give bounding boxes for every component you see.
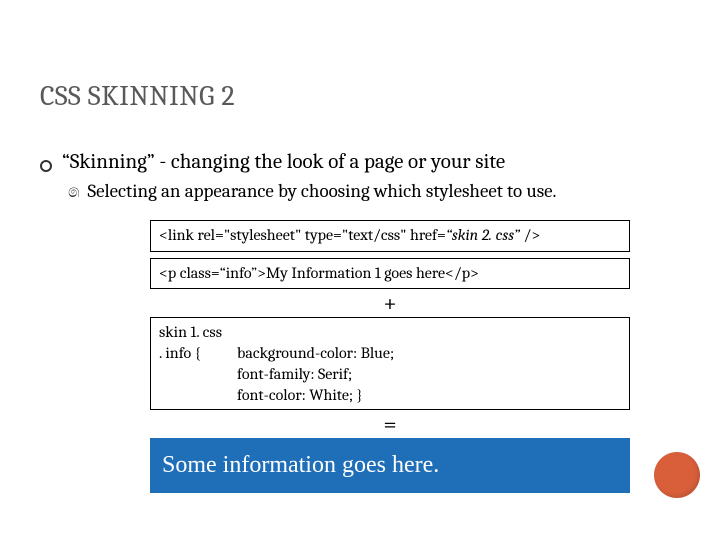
css-rule-2: font-family: Serif; [237, 364, 621, 385]
css-selector: . info { [159, 343, 237, 364]
sub-bullet-text: Selecting an appearance by choosing whic… [88, 180, 557, 202]
css-rule-3: font-color: White; } [237, 385, 621, 406]
circle-bullet-icon [40, 160, 52, 172]
code-text-prefix: <link rel="stylesheet" type="text/css" h… [159, 226, 446, 244]
swirl-bullet-icon: ෧ [68, 181, 80, 202]
slide-title: CSS SKINNING 2 [40, 80, 680, 112]
bullet-level2: ෧ Selecting an appearance by choosing wh… [68, 180, 680, 202]
code-text-suffix: /> [520, 226, 540, 244]
code-text-p: <p class=“info”>My Information 1 goes he… [159, 264, 479, 282]
result-preview: Some information goes here. [150, 438, 630, 493]
code-text-href: “skin 2. css” [446, 226, 520, 244]
css-snippet: skin 1. css . info { background-color: B… [150, 317, 630, 410]
css-filename: skin 1. css [159, 322, 621, 343]
result-text: Some information goes here. [162, 452, 439, 478]
bullet-text: “Skinning” - changing the look of a page… [62, 150, 505, 174]
code-snippet-p: <p class=“info”>My Information 1 goes he… [150, 258, 630, 290]
decorative-dot-icon [654, 452, 700, 498]
equals-symbol: = [150, 412, 630, 436]
css-rule-1: background-color: Blue; [237, 343, 621, 364]
plus-symbol: + [150, 291, 630, 315]
code-snippet-link: <link rel="stylesheet" type="text/css" h… [150, 220, 630, 252]
bullet-level1: “Skinning” - changing the look of a page… [40, 150, 680, 174]
